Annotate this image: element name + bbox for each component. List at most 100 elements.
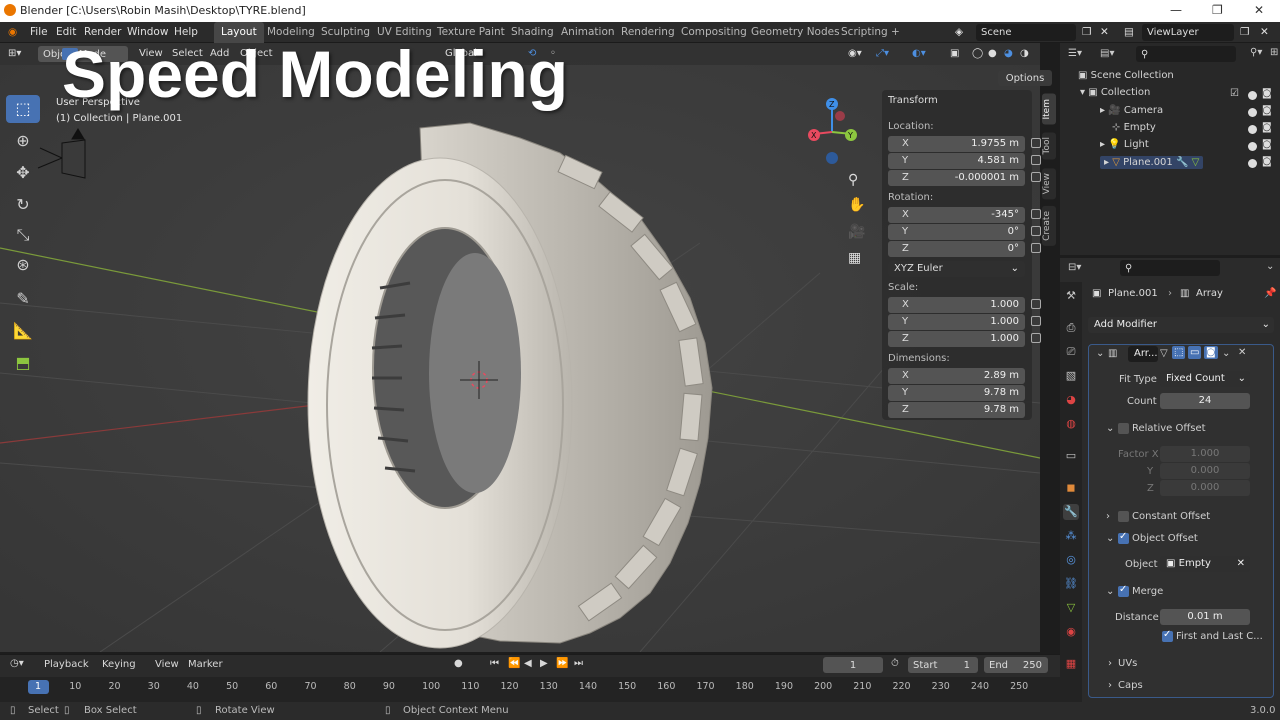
tab-view[interactable]: View bbox=[1042, 168, 1056, 200]
move-tool-icon[interactable]: ✥ bbox=[6, 159, 40, 187]
outliner-item-plane[interactable]: ▸ ▽ Plane.001 🔧 ▽ bbox=[1100, 156, 1204, 169]
maximize-button[interactable]: ❐ bbox=[1212, 3, 1223, 17]
prev-keyframe-icon[interactable]: ⏪ bbox=[508, 658, 520, 669]
uvs-panel-header[interactable]: UVs bbox=[1118, 658, 1137, 669]
collection-checkbox[interactable]: ☑ bbox=[1230, 88, 1239, 99]
factor-z-field[interactable]: 0.000 bbox=[1160, 480, 1250, 496]
outliner-search-input[interactable]: ⚲ bbox=[1136, 46, 1236, 62]
eye-icon[interactable] bbox=[1248, 91, 1257, 100]
offset-object-field[interactable]: ▣ Empty ✕ bbox=[1160, 556, 1250, 572]
add-cube-tool-icon[interactable]: ⬒ bbox=[6, 349, 40, 377]
play-icon[interactable]: ▶ bbox=[540, 658, 548, 669]
render-toggle-icon[interactable]: ◙ bbox=[1204, 346, 1218, 359]
tab-create[interactable]: Create bbox=[1042, 206, 1056, 246]
particles-tab-icon[interactable]: ⁂ bbox=[1063, 528, 1079, 544]
pin-icon[interactable]: 📌 bbox=[1264, 288, 1276, 299]
camera-view-icon[interactable]: 🎥 bbox=[848, 224, 865, 240]
eye-icon[interactable] bbox=[1248, 108, 1257, 117]
gizmo-toggle-icon[interactable]: ⤢▾ bbox=[876, 48, 889, 59]
new-collection-icon[interactable]: ⊞ bbox=[1270, 47, 1278, 58]
add-modifier-dropdown[interactable]: Add Modifier ⌄ bbox=[1088, 317, 1274, 333]
rotation-x-field[interactable]: X -345° bbox=[888, 207, 1041, 223]
dimension-y-field[interactable]: Y 9.78 m bbox=[888, 385, 1025, 401]
rotation-y-field[interactable]: Y 0° bbox=[888, 224, 1041, 240]
first-last-checkbox[interactable] bbox=[1162, 629, 1173, 642]
next-keyframe-icon[interactable]: ⏩ bbox=[556, 658, 568, 669]
cursor-tool-icon[interactable]: ⊕ bbox=[6, 127, 40, 155]
close-button[interactable]: ✕ bbox=[1254, 3, 1264, 17]
data-tab-icon[interactable]: ▽ bbox=[1063, 600, 1079, 616]
outliner-item-empty[interactable]: ⊹ Empty bbox=[1112, 122, 1156, 133]
select-box-tool-icon[interactable]: ⬚ bbox=[6, 95, 40, 123]
play-reverse-icon[interactable]: ◀ bbox=[524, 658, 532, 669]
expand-icon[interactable]: › bbox=[1108, 680, 1112, 691]
physics-tab-icon[interactable]: ◎ bbox=[1063, 552, 1079, 568]
rotation-mode-dropdown[interactable]: XYZ Euler ⌄ bbox=[888, 261, 1025, 277]
object-offset-checkbox[interactable] bbox=[1118, 531, 1129, 544]
timeline-editor-icon[interactable]: ◷▾ bbox=[10, 658, 24, 669]
expand-icon[interactable]: › bbox=[1106, 511, 1110, 522]
transform-tool-icon[interactable]: ⊛ bbox=[6, 251, 40, 279]
jump-start-icon[interactable]: ⏮ bbox=[490, 658, 499, 669]
camera-render-icon[interactable]: ◙ bbox=[1262, 156, 1272, 167]
location-x-field[interactable]: X 1.9755 m bbox=[888, 136, 1041, 152]
outliner-item-collection[interactable]: ▾ ▣ Collection bbox=[1080, 87, 1150, 98]
outliner-item-scene-collection[interactable]: ▣ Scene Collection bbox=[1078, 70, 1174, 81]
annotate-tool-icon[interactable]: ✎ bbox=[6, 285, 40, 313]
camera-render-icon[interactable]: ◙ bbox=[1262, 88, 1272, 99]
render-tab-icon[interactable]: ⎙ bbox=[1063, 320, 1079, 336]
outliner-item-light[interactable]: ▸ 💡 Light bbox=[1100, 139, 1149, 150]
scene-selector[interactable]: Scene bbox=[976, 24, 1076, 41]
visibility-icon[interactable]: ◉▾ bbox=[848, 48, 862, 59]
editor-type-icon[interactable]: ⊞▾ bbox=[8, 48, 21, 59]
remove-modifier-icon[interactable]: ✕ bbox=[1238, 347, 1246, 358]
material-tab-icon[interactable]: ◉ bbox=[1063, 624, 1079, 640]
modifier-name-field[interactable]: Arr... bbox=[1128, 346, 1158, 362]
shading-rendered-icon[interactable]: ◑ bbox=[1020, 48, 1029, 59]
measure-tool-icon[interactable]: 📐 bbox=[6, 317, 40, 345]
tool-tab-icon[interactable]: ⚒ bbox=[1063, 288, 1079, 304]
lock-icon[interactable] bbox=[1031, 333, 1041, 343]
edit-mode-toggle-icon[interactable]: ▽ bbox=[1160, 348, 1168, 359]
record-icon[interactable]: ● bbox=[454, 658, 463, 669]
navigation-gizmo[interactable]: Z Y X bbox=[800, 92, 870, 172]
jump-end-icon[interactable]: ⏭ bbox=[574, 658, 583, 669]
location-y-field[interactable]: Y 4.581 m bbox=[888, 153, 1041, 169]
count-field[interactable]: 24 bbox=[1160, 393, 1250, 409]
end-frame-field[interactable]: End 250 bbox=[984, 657, 1048, 673]
collapse-icon[interactable]: ⌄ bbox=[1106, 533, 1114, 544]
timeline-menu-marker[interactable]: Marker bbox=[188, 659, 223, 670]
relative-offset-checkbox[interactable] bbox=[1118, 423, 1129, 434]
pan-hand-icon[interactable]: ✋ bbox=[848, 197, 865, 213]
eye-icon[interactable] bbox=[1248, 125, 1257, 134]
viewlayer-remove-icon[interactable]: ✕ bbox=[1260, 26, 1269, 38]
shading-wireframe-icon[interactable]: ◯ bbox=[972, 48, 983, 59]
fit-type-dropdown[interactable]: Fixed Count ⌄ bbox=[1160, 371, 1250, 387]
minimize-button[interactable]: — bbox=[1170, 3, 1182, 17]
object-tab-icon[interactable]: ◼ bbox=[1063, 480, 1079, 496]
transform-panel-title[interactable]: Transform bbox=[888, 95, 938, 106]
lock-icon[interactable] bbox=[1031, 316, 1041, 326]
constraints-tab-icon[interactable]: ⛓ bbox=[1063, 576, 1079, 592]
viewport-display-icon[interactable]: ▭ bbox=[1188, 346, 1202, 359]
viewlayer-add-icon[interactable]: ❐ bbox=[1240, 26, 1249, 38]
rotate-tool-icon[interactable]: ↻ bbox=[6, 191, 40, 219]
tab-tool[interactable]: Tool bbox=[1042, 132, 1056, 160]
expand-icon[interactable]: › bbox=[1108, 658, 1112, 669]
display-mode-icon[interactable]: ▤▾ bbox=[1100, 48, 1114, 59]
outliner-item-camera[interactable]: ▸ 🎥 Camera bbox=[1100, 105, 1163, 116]
scale-z-field[interactable]: Z 1.000 bbox=[888, 331, 1041, 347]
current-frame-field[interactable]: 1 bbox=[823, 657, 883, 673]
cage-toggle-icon[interactable]: ⬚ bbox=[1172, 346, 1186, 359]
merge-checkbox[interactable] bbox=[1118, 584, 1129, 597]
tab-compositing[interactable]: Compositing bbox=[674, 22, 754, 43]
camera-render-icon[interactable]: ◙ bbox=[1262, 105, 1272, 116]
overlay-toggle-icon[interactable]: ◐▾ bbox=[912, 48, 926, 59]
filter-icon[interactable]: ⚲▾ bbox=[1250, 47, 1262, 58]
viewlayer-icon[interactable]: ▤ bbox=[1124, 26, 1134, 38]
scale-tool-icon[interactable]: ⤡ bbox=[6, 221, 40, 249]
eye-icon[interactable] bbox=[1248, 142, 1257, 151]
tab-item[interactable]: Item bbox=[1042, 94, 1056, 125]
tab-geometry-nodes[interactable]: Geometry Nodes bbox=[744, 22, 847, 43]
eye-icon[interactable] bbox=[1248, 159, 1257, 168]
